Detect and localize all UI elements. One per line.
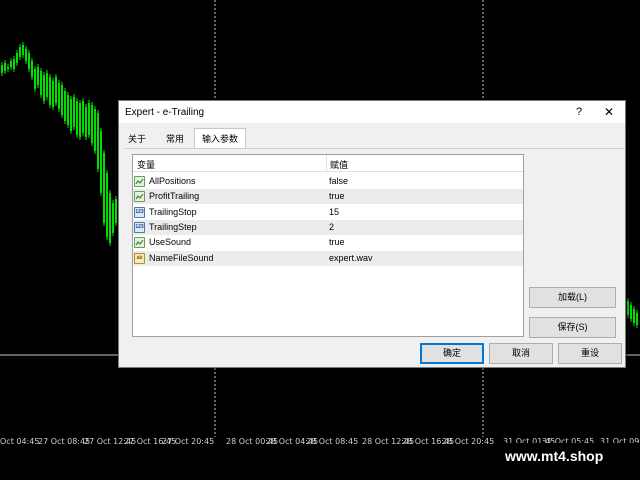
grid-header: 变量 赋值 <box>133 155 523 172</box>
cancel-button[interactable]: 取消 <box>489 343 553 364</box>
parameter-value[interactable]: expert.wav <box>329 253 373 263</box>
candle-body <box>61 85 63 115</box>
candle-body <box>43 75 45 101</box>
candle-body <box>13 59 15 69</box>
parameter-row[interactable]: ab NameFileSound expert.wav <box>133 251 523 266</box>
candle-body <box>112 203 114 233</box>
candle-body <box>70 99 72 131</box>
tab-inputs[interactable]: 输入参数 <box>194 128 246 149</box>
close-icon[interactable]: ✕ <box>601 104 617 120</box>
inputs-grid[interactable]: 变量 赋值 AllPositions false ProfitTrailing tru… <box>132 154 524 337</box>
save-button[interactable]: 保存(S) <box>529 317 616 338</box>
parameter-name: UseSound <box>149 237 192 247</box>
candle-body <box>73 97 75 127</box>
candle-body <box>106 173 108 237</box>
bool-icon <box>134 176 145 187</box>
icon-text: ab <box>136 255 143 261</box>
help-icon[interactable]: ? <box>571 104 587 120</box>
parameter-row[interactable]: 123 TrailingStop 15 <box>133 205 523 220</box>
dialog-titlebar[interactable]: Expert - e-Trailing ? ✕ <box>119 101 625 123</box>
candle-body <box>103 153 105 223</box>
column-separator[interactable] <box>326 155 327 172</box>
tab-panel-divider <box>124 148 624 149</box>
tab-common[interactable]: 常用 <box>162 130 188 148</box>
candle-body <box>46 73 48 97</box>
candle-body <box>94 109 96 151</box>
candle-body <box>97 113 99 169</box>
parameter-name: TrailingStop <box>149 207 197 217</box>
parameter-value[interactable]: false <box>329 176 348 186</box>
time-axis-label: 27 Oct 08:45 <box>38 437 91 446</box>
candle-body <box>630 305 632 319</box>
candle-body <box>85 107 87 137</box>
ok-button[interactable]: 确定 <box>420 343 484 364</box>
number-icon: 123 <box>134 222 145 233</box>
parameter-value[interactable]: 2 <box>329 222 334 232</box>
icon-text: 123 <box>135 224 144 230</box>
candle-body <box>633 309 635 323</box>
candle-body <box>109 193 111 243</box>
icon-text: 123 <box>135 209 144 215</box>
time-axis-label: 28 Oct 20:45 <box>442 437 495 446</box>
dialog-title: Expert - e-Trailing <box>125 107 205 118</box>
candle-body <box>19 47 21 57</box>
parameter-row[interactable]: UseSound true <box>133 235 523 250</box>
candle-body <box>79 103 81 137</box>
candle-body <box>40 71 42 95</box>
candle-body <box>115 199 117 223</box>
candle-body <box>52 81 54 107</box>
candle-body <box>100 131 102 193</box>
candle-body <box>82 101 84 133</box>
load-button[interactable]: 加载(L) <box>529 287 616 308</box>
watermark: www.mt4.shop <box>497 443 640 471</box>
candle-body <box>627 301 629 315</box>
candle-body <box>64 91 66 121</box>
candle-body <box>636 313 638 325</box>
time-axis-label: 28 Oct 08:45 <box>306 437 359 446</box>
bool-icon <box>134 191 145 202</box>
candle-body <box>7 67 9 69</box>
column-header-value[interactable]: 赋值 <box>330 158 348 171</box>
parameter-name: NameFileSound <box>149 253 214 263</box>
candle-body <box>10 61 12 67</box>
candle-body <box>76 101 78 135</box>
column-header-variable[interactable]: 变量 <box>137 158 155 171</box>
candle-body <box>31 61 33 77</box>
parameter-name: TrailingStep <box>149 222 197 232</box>
parameter-value[interactable]: 15 <box>329 207 339 217</box>
candle-body <box>1 65 3 73</box>
time-axis-label: Oct 04:45 <box>0 437 40 446</box>
parameter-row[interactable]: 123 TrailingStep 2 <box>133 220 523 235</box>
expert-properties-dialog: Expert - e-Trailing ? ✕ 关于 常用 输入参数 变量 赋值… <box>118 100 626 368</box>
string-icon: ab <box>134 253 145 264</box>
candle-body <box>49 77 51 105</box>
candle-body <box>25 49 27 61</box>
parameter-row[interactable]: ProfitTrailing true <box>133 189 523 204</box>
candle-body <box>37 67 39 85</box>
candle-body <box>67 95 69 125</box>
time-axis-label: 27 Oct 20:45 <box>162 437 215 446</box>
parameter-name: ProfitTrailing <box>149 191 200 201</box>
candle-body <box>22 45 24 55</box>
candle-body <box>16 53 18 63</box>
tab-about[interactable]: 关于 <box>124 130 150 148</box>
parameter-name: AllPositions <box>149 176 196 186</box>
bool-icon <box>134 237 145 248</box>
parameter-value[interactable]: true <box>329 191 345 201</box>
candle-body <box>4 63 6 71</box>
parameter-row[interactable]: AllPositions false <box>133 174 523 189</box>
reset-button[interactable]: 重设 <box>558 343 622 364</box>
candle-body <box>91 105 93 143</box>
candle-body <box>55 77 57 103</box>
parameter-value[interactable]: true <box>329 237 345 247</box>
candle-body <box>58 83 60 109</box>
candle-body <box>28 53 30 69</box>
number-icon: 123 <box>134 207 145 218</box>
candle-body <box>88 103 90 135</box>
candle-body <box>34 69 36 89</box>
